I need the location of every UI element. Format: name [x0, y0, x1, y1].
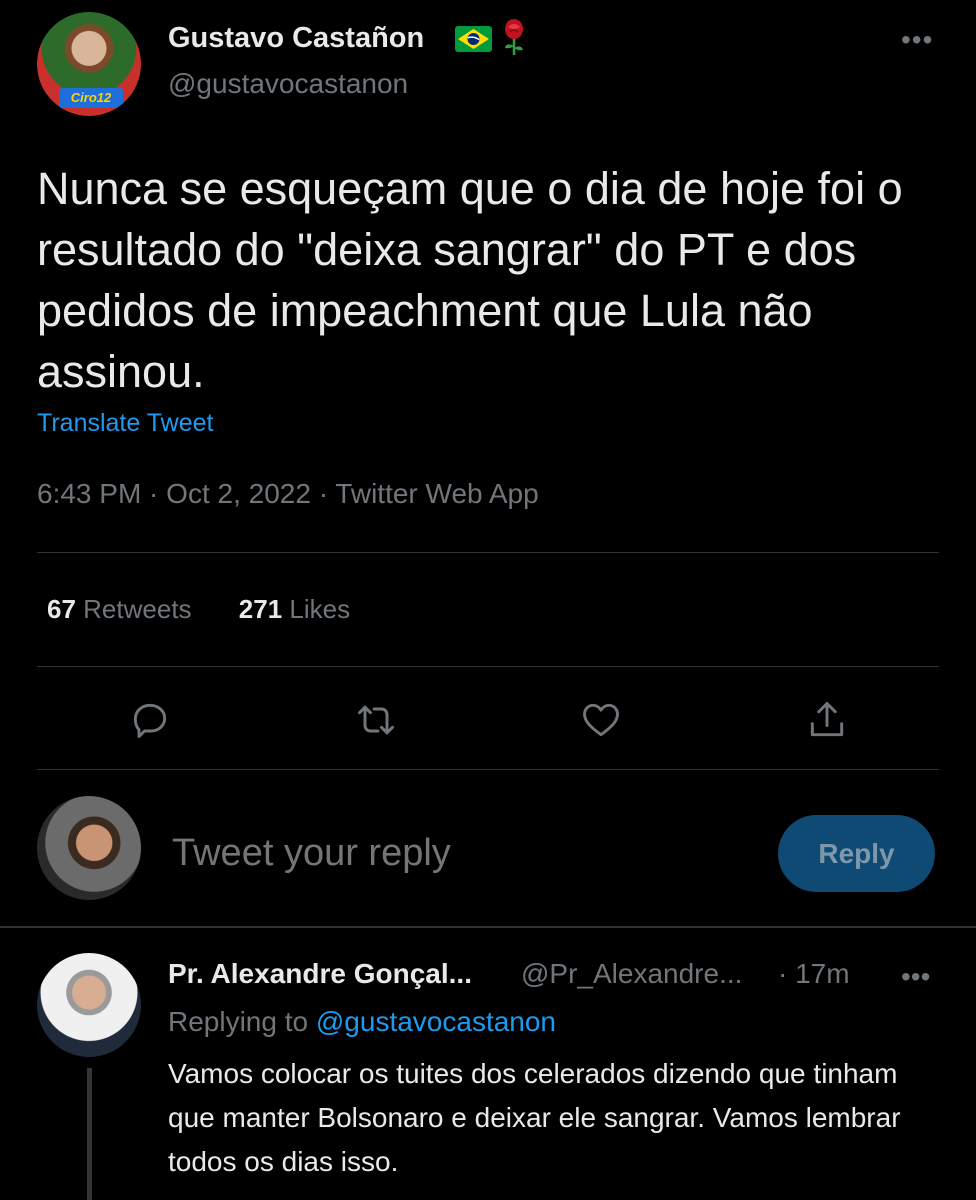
divider — [37, 552, 939, 553]
divider — [0, 926, 976, 928]
retweets-stat[interactable]: 67 Retweets — [47, 594, 192, 625]
tweet-text: Nunca se esqueçam que o dia de hoje foi … — [37, 163, 903, 397]
replying-to-mention[interactable]: @gustavocastanon — [316, 1006, 556, 1037]
reply-text: Vamos colocar os tuites dos celerados di… — [168, 1058, 901, 1177]
divider — [37, 666, 939, 667]
likes-stat[interactable]: 271 Likes — [239, 594, 350, 625]
tweet-stats: 67 Retweets 271 Likes — [47, 594, 350, 625]
author-name[interactable]: Gustavo Castañon — [168, 22, 424, 55]
reply-icon[interactable] — [128, 698, 172, 742]
reply-timestamp[interactable]: · 17m — [778, 958, 850, 990]
author-handle[interactable]: @gustavocastanon — [168, 68, 408, 100]
reply-author-handle[interactable]: @Pr_Alexandre... — [521, 958, 742, 990]
rose-icon — [505, 19, 523, 55]
retweets-label: Retweets — [83, 594, 192, 624]
author-avatar[interactable]: Ciro12 — [37, 12, 141, 116]
like-icon[interactable] — [579, 698, 623, 742]
flag-brazil-icon — [455, 26, 492, 52]
replying-to-label: Replying to — [168, 1006, 309, 1037]
replying-to: Replying to @gustavocastanon — [168, 1006, 556, 1038]
more-icon[interactable]: ••• — [901, 26, 941, 54]
reply-author-name[interactable]: Pr. Alexandre Gonçal... — [168, 958, 472, 990]
avatar-badge: Ciro12 — [59, 88, 123, 108]
thread-line — [87, 1068, 92, 1200]
more-icon[interactable]: ••• — [901, 963, 941, 991]
translate-tweet-link[interactable]: Translate Tweet — [37, 409, 213, 438]
tweet-detail-page: Ciro12 Gustavo Castañon @gustavocastanon… — [0, 0, 976, 1200]
reply-author-avatar[interactable] — [37, 953, 141, 1057]
retweets-count: 67 — [47, 594, 76, 624]
divider — [37, 769, 939, 770]
reply-input[interactable] — [172, 832, 752, 875]
tweet-meta: 6:43 PM · Oct 2, 2022 · Twitter Web App — [37, 478, 539, 509]
share-icon[interactable] — [805, 698, 849, 742]
reply-button[interactable]: Reply — [778, 815, 935, 892]
likes-count: 271 — [238, 594, 283, 624]
likes-label: Likes — [289, 594, 351, 624]
current-user-avatar[interactable] — [37, 796, 141, 900]
retweet-icon[interactable] — [354, 698, 398, 742]
